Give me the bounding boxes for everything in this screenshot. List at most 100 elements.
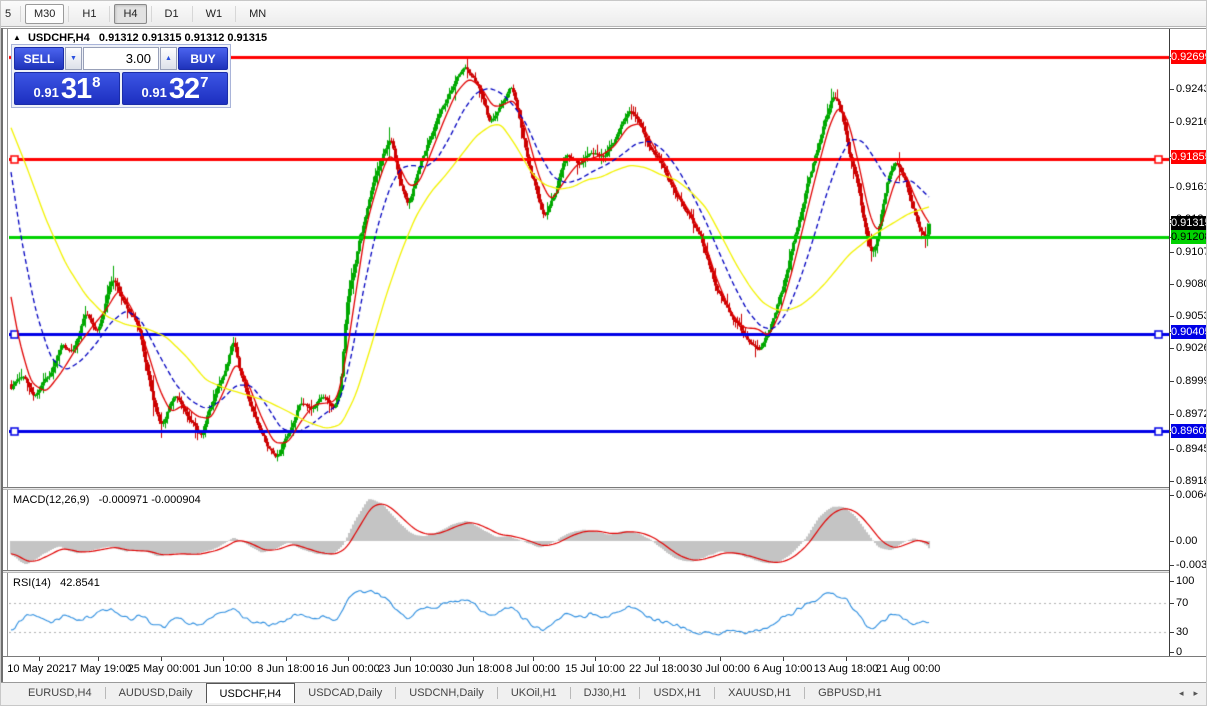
time-tick-mark (348, 657, 349, 661)
buy-price-quote[interactable]: 0.91 32 7 (122, 72, 228, 105)
timeframe-toolbar: 5 M30 H1 H4 D1 W1 MN (1, 1, 1207, 27)
sell-button[interactable]: SELL (14, 47, 64, 70)
one-click-trade-panel: SELL ▼ 3.00 ▲ BUY 0.91 31 8 0.91 32 7 (11, 44, 231, 108)
timeframe-button-w1[interactable]: W1 (197, 4, 232, 24)
axis-tick-mark (1170, 632, 1174, 633)
time-tick-mark (286, 657, 287, 661)
time-axis-label: 13 Aug 18:00 (814, 663, 879, 675)
time-axis-label: 17 May 19:00 (65, 663, 132, 675)
buy-price-pips: 32 (169, 77, 199, 102)
axis-tick-mark (1170, 381, 1174, 382)
price-axis-label: 0.92160 (1176, 116, 1207, 128)
volume-input[interactable]: 3.00 (83, 47, 159, 70)
sell-price-quote[interactable]: 0.91 31 8 (14, 72, 120, 105)
time-tick-mark (659, 657, 660, 661)
chart-collapse-icon[interactable]: ▲ (13, 33, 21, 42)
price-axis-label: 100 (1176, 575, 1194, 587)
timeframe-button-m30[interactable]: M30 (25, 4, 64, 24)
tab-eurusd-h4[interactable]: EURUSD,H4 (15, 683, 105, 703)
time-axis-label: 10 May 2021 (7, 663, 71, 675)
price-axis-label: 0.00 (1176, 535, 1197, 547)
tab-ukoil-h1[interactable]: UKOil,H1 (498, 683, 570, 703)
time-tick-mark (595, 657, 596, 661)
axis-tick-mark (1170, 652, 1174, 653)
tab-xauusd-h1[interactable]: XAUUSD,H1 (715, 683, 804, 703)
chart-ohlc-values: 0.91312 0.91315 0.91312 0.91315 (99, 32, 267, 44)
price-axis-label: 70 (1176, 597, 1188, 609)
price-axis-label: 0.90535 (1176, 310, 1207, 322)
axis-tick-mark (1170, 414, 1174, 415)
buy-price-prefix: 0.91 (142, 85, 167, 100)
time-tick-mark (533, 657, 534, 661)
tabs-scroll-right-icon[interactable]: ▸ (1193, 688, 1198, 699)
time-axis-label: 22 Jul 18:00 (629, 663, 689, 675)
rsi-indicator-canvas[interactable] (9, 573, 1169, 656)
tab-usdchf-h4[interactable]: USDCHF,H4 (206, 683, 296, 703)
axis-tick-mark (1170, 495, 1174, 496)
price-axis-label: 0.92430 (1176, 83, 1207, 95)
axis-tick-mark (1170, 581, 1174, 582)
chart-symbol-timeframe: USDCHF,H4 (28, 32, 90, 44)
buy-price-point: 7 (200, 74, 208, 91)
tab-usdcad-daily[interactable]: USDCAD,Daily (295, 683, 395, 703)
chart-window: ▲ USDCHF,H4 0.91312 0.91315 0.91312 0.91… (1, 28, 1207, 682)
tab-dj30-h1[interactable]: DJ30,H1 (571, 683, 640, 703)
buy-button[interactable]: BUY (178, 47, 228, 70)
price-axis-label: 0.90265 (1176, 342, 1207, 354)
tab-gbpusd-h1[interactable]: GBPUSD,H1 (805, 683, 895, 703)
toolbar-separator (192, 6, 193, 22)
axis-tick-mark (1170, 565, 1174, 566)
price-badge-0.90405: 0.90405 (1171, 325, 1207, 339)
time-axis-label: 30 Jul 00:00 (690, 663, 750, 675)
sell-price-prefix: 0.91 (34, 85, 59, 100)
time-axis-label: 8 Jul 00:00 (506, 663, 560, 675)
macd-values: -0.000971 -0.000904 (99, 494, 201, 506)
volume-decrease-button[interactable]: ▼ (65, 47, 82, 70)
time-tick-mark (161, 657, 162, 661)
price-axis[interactable]: 0.924300.921600.916150.913450.910750.908… (1169, 29, 1207, 656)
price-badge-0.91855: 0.91855 (1171, 150, 1207, 164)
price-badge-0.92699: 0.92699 (1171, 50, 1207, 64)
axis-tick-mark (1170, 89, 1174, 90)
tab-audusd-daily[interactable]: AUDUSD,Daily (106, 683, 206, 703)
price-axis-label: 0.91615 (1176, 181, 1207, 193)
price-badge-0.89602: 0.89602 (1171, 424, 1207, 438)
axis-tick-mark (1170, 284, 1174, 285)
price-axis-label: 0.89720 (1176, 408, 1207, 420)
time-axis[interactable]: 10 May 202117 May 19:0025 May 00:001 Jun… (3, 657, 1207, 682)
axis-tick-mark (1170, 449, 1174, 450)
time-axis-label: 30 Jun 18:00 (441, 663, 505, 675)
toolbar-separator (20, 6, 21, 22)
time-tick-mark (39, 657, 40, 661)
time-tick-mark (720, 657, 721, 661)
price-axis-label: 0.89180 (1176, 475, 1207, 487)
timeframe-button-h1[interactable]: H1 (73, 4, 105, 24)
tab-usdx-h1[interactable]: USDX,H1 (640, 683, 714, 703)
time-axis-label: 25 May 00:00 (128, 663, 195, 675)
toolbar-separator (68, 6, 69, 22)
time-tick-mark (908, 657, 909, 661)
price-axis-label: -0.00391 (1176, 559, 1207, 571)
time-axis-label: 8 Jun 18:00 (257, 663, 315, 675)
tab-usdcnh-daily[interactable]: USDCNH,Daily (396, 683, 497, 703)
timeframe-button-d1[interactable]: D1 (156, 4, 188, 24)
tabs-scroll-left-icon[interactable]: ◂ (1179, 688, 1184, 699)
volume-increase-button[interactable]: ▲ (160, 47, 177, 70)
price-axis-label: 0.89450 (1176, 443, 1207, 455)
trading-terminal-window: 5 M30 H1 H4 D1 W1 MN ▲ USDCHF,H4 0.91312 0.913… (0, 0, 1207, 706)
time-tick-mark (98, 657, 99, 661)
axis-tick-mark (1170, 481, 1174, 482)
timeframe-button-mn[interactable]: MN (240, 4, 275, 24)
rsi-label: RSI(14) 42.8541 (13, 577, 100, 589)
time-axis-label: 15 Jul 10:00 (565, 663, 625, 675)
toolbar-separator (151, 6, 152, 22)
timeframe-button-h4[interactable]: H4 (114, 4, 146, 24)
time-axis-label: 16 Jun 00:00 (316, 663, 380, 675)
toolbar-separator (109, 6, 110, 22)
rsi-value: 42.8541 (60, 577, 100, 589)
axis-tick-mark (1170, 348, 1174, 349)
price-axis-label: 30 (1176, 626, 1188, 638)
time-axis-label: 23 Jun 10:00 (378, 663, 442, 675)
chart-title: ▲ USDCHF,H4 0.91312 0.91315 0.91312 0.91… (13, 32, 267, 44)
timeframe-button-5[interactable]: 5 (2, 4, 16, 24)
